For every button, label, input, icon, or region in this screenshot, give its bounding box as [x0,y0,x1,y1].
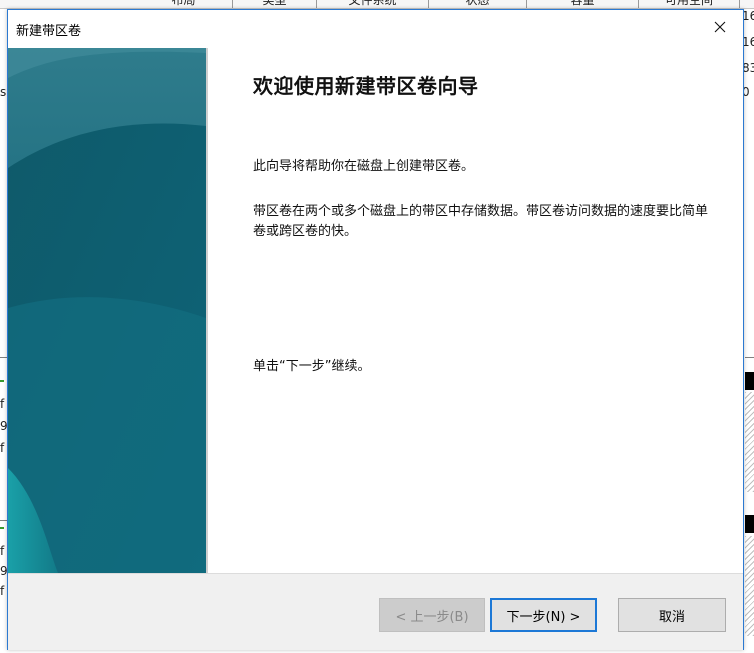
wizard-intro-text: 此向导将帮助你在磁盘上创建带区卷。 [253,159,475,174]
wizard-description-text: 带区卷在两个或多个磁盘上的带区中存储数据。带区卷访问数据的速度要比简单卷或跨区卷… [253,204,709,239]
column-header-layout[interactable]: 布局 [135,0,233,8]
unallocated-partition[interactable] [745,536,754,636]
partition-color-marker [0,527,4,529]
disk-label-fragment: f [0,584,5,598]
back-button[interactable]: < 上一步(B) [379,598,485,632]
next-button[interactable]: 下一步(N) > [490,598,597,632]
wizard-instruction-text: 单击“下一步”继续。 [253,359,371,374]
close-icon [714,18,726,37]
dialog-titlebar[interactable]: 新建带区卷 [8,10,743,48]
disk-row-divider [0,357,7,358]
disk-partition-bar[interactable] [745,515,754,533]
dialog-title: 新建带区卷 [16,24,82,39]
disk-row-divider [0,520,7,521]
disk-label-fragment: f [0,397,5,411]
disk-row-divider [745,357,754,358]
wizard-banner-image [8,48,206,573]
column-header-status[interactable]: 状态 [429,0,527,8]
disk-label-fragment: f [0,544,5,558]
wizard-heading: 欢迎使用新建带区卷向导 [253,74,479,98]
partition-color-marker [0,380,4,382]
column-header-free-space[interactable]: 可用空间 [639,0,740,8]
volume-list-header: 布局 类型 文件系统 状态 容量 可用空间 [0,0,754,9]
volume-name-fragment: s [0,85,7,99]
column-header-filesystem[interactable]: 文件系统 [317,0,429,8]
dialog-button-bar: < 上一步(B) 下一步(N) > 取消 [8,573,743,650]
column-header-type[interactable]: 类型 [233,0,317,8]
new-striped-volume-wizard: 新建带区卷 欢迎使用新建带区卷向导 此向导将帮助你在磁盘上创建带区卷。 带区卷在… [7,9,744,650]
unallocated-partition[interactable] [745,392,754,492]
cancel-button[interactable]: 取消 [618,598,726,632]
column-header-capacity[interactable]: 容量 [527,0,639,8]
close-button[interactable] [697,10,743,44]
disk-label-fragment: f [0,441,5,455]
disk-partition-bar[interactable] [745,372,754,390]
banner-divider [206,48,208,573]
